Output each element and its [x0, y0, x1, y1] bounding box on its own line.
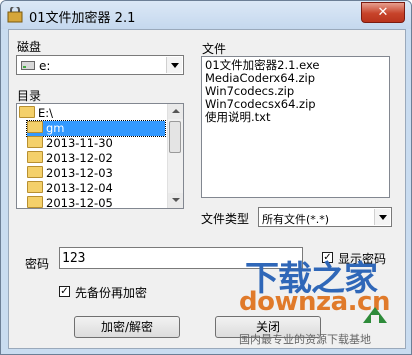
directory-item[interactable]: 2013-12-05 — [27, 196, 113, 208]
open-folder-icon — [27, 121, 43, 133]
file-type-select[interactable]: 所有文件(*.*) — [258, 207, 392, 227]
directory-item[interactable]: E:\ — [19, 106, 53, 121]
window-title: 01文件加密器 2.1 — [29, 11, 136, 26]
open-folder-icon — [19, 106, 35, 118]
disk-value: e: — [39, 59, 51, 73]
chevron-down-icon[interactable] — [166, 57, 182, 73]
chevron-down-icon[interactable] — [374, 209, 390, 225]
app-icon — [7, 7, 23, 23]
password-label: 密码 — [25, 257, 50, 271]
file-list[interactable]: 01文件加密器2.1.exe MediaCoderx64.zip Win7cod… — [201, 56, 390, 198]
drive-icon — [21, 61, 35, 70]
watermark-arrow-icon — [363, 307, 387, 325]
directory-label: 目录 — [17, 89, 42, 103]
file-type-value: 所有文件(*.*) — [262, 213, 330, 226]
scroll-down-icon[interactable] — [168, 193, 183, 208]
folder-icon — [27, 151, 43, 163]
directory-item[interactable]: 2013-12-02 — [27, 151, 113, 166]
directory-item-selected[interactable]: gm — [26, 120, 166, 137]
disk-select[interactable]: e: — [16, 55, 184, 75]
directory-list[interactable]: E:\ gm 2013-11-30 2013-12-02 2013-12-03 … — [16, 103, 184, 209]
file-type-label: 文件类型 — [201, 212, 250, 226]
folder-icon — [27, 196, 43, 208]
encrypt-decrypt-button[interactable]: 加密/解密 — [74, 316, 180, 338]
scroll-up-icon[interactable] — [168, 104, 183, 119]
watermark-slogan: 国内最专业的资源下载基地 — [239, 333, 371, 346]
app-window: 01文件加密器 2.1 ✕ 磁盘 e: 目录 E:\ gm 2013-11-30 — [0, 0, 412, 355]
file-item[interactable]: 使用说明.txt — [202, 111, 389, 124]
title-bar[interactable]: 01文件加密器 2.1 ✕ — [1, 1, 411, 29]
folder-icon — [27, 136, 43, 148]
folder-icon — [27, 181, 43, 193]
files-label: 文件 — [202, 42, 227, 56]
close-window-button[interactable]: ✕ — [361, 2, 405, 23]
directory-scrollbar[interactable] — [167, 104, 183, 208]
backup-checkbox[interactable]: ✓ — [59, 286, 70, 297]
directory-item[interactable]: 2013-12-04 — [27, 181, 113, 196]
directory-item[interactable]: 2013-11-30 — [27, 136, 113, 151]
disk-label: 磁盘 — [17, 40, 42, 54]
backup-label[interactable]: 先备份再加密 — [75, 284, 147, 301]
folder-icon — [27, 166, 43, 178]
scroll-thumb[interactable] — [169, 121, 181, 153]
directory-item[interactable]: 2013-12-03 — [27, 166, 113, 181]
